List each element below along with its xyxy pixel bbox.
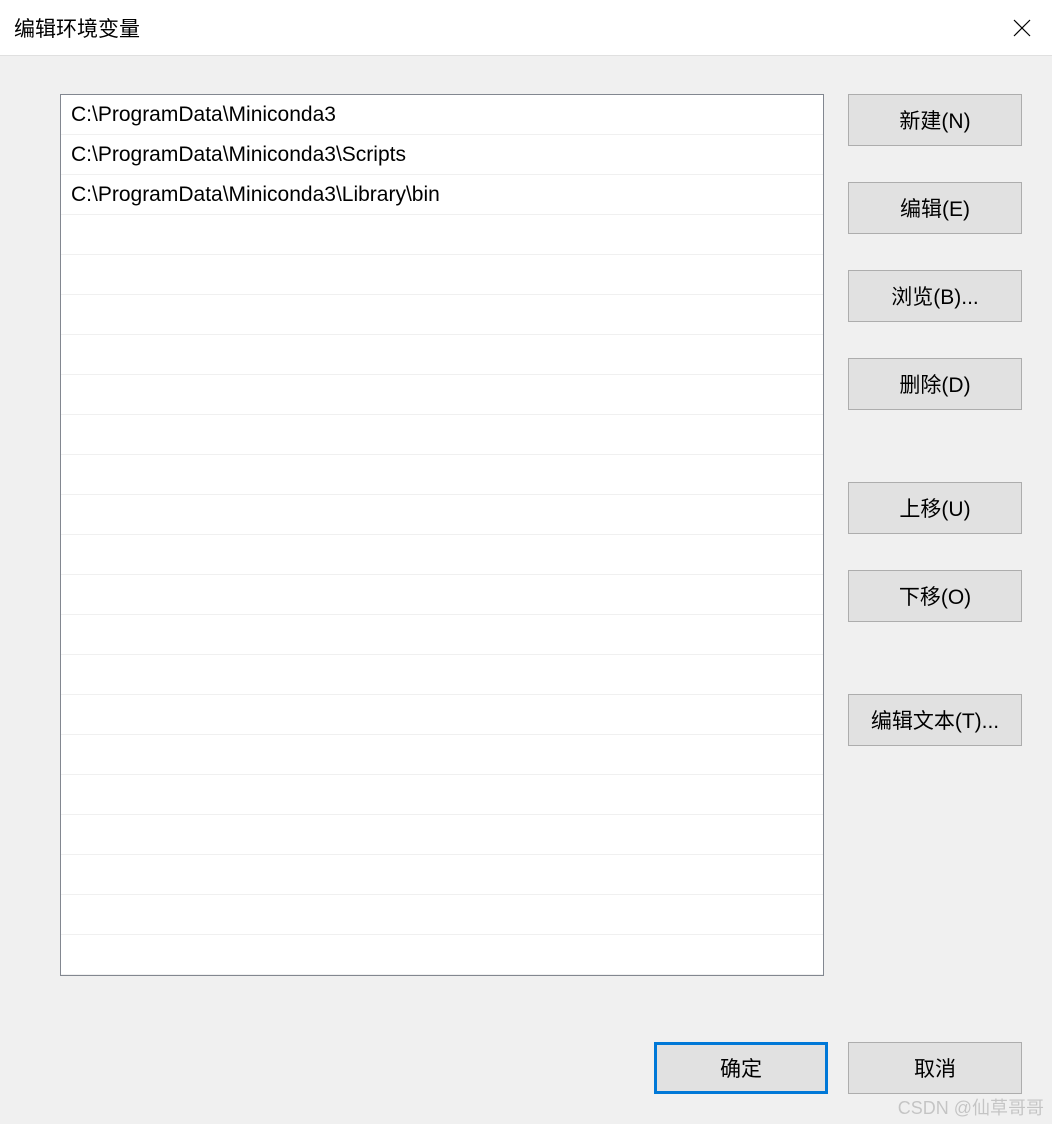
new-button[interactable]: 新建(N): [848, 94, 1022, 146]
list-item[interactable]: [61, 735, 823, 775]
list-item[interactable]: [61, 415, 823, 455]
cancel-button[interactable]: 取消: [848, 1042, 1022, 1094]
close-icon: [1013, 19, 1031, 37]
edit-text-button[interactable]: 编辑文本(T)...: [848, 694, 1022, 746]
list-item[interactable]: [61, 895, 823, 935]
list-item[interactable]: [61, 575, 823, 615]
list-item[interactable]: [61, 295, 823, 335]
list-item[interactable]: [61, 855, 823, 895]
list-item[interactable]: [61, 815, 823, 855]
ok-button[interactable]: 确定: [654, 1042, 828, 1094]
list-item[interactable]: [61, 935, 823, 975]
list-item[interactable]: C:\ProgramData\Miniconda3\Library\bin: [61, 175, 823, 215]
main-row: C:\ProgramData\Miniconda3 C:\ProgramData…: [60, 94, 1022, 976]
list-item[interactable]: [61, 375, 823, 415]
delete-button[interactable]: 删除(D): [848, 358, 1022, 410]
list-item[interactable]: [61, 495, 823, 535]
list-item[interactable]: [61, 215, 823, 255]
footer-buttons: 确定 取消: [654, 1042, 1022, 1094]
list-item[interactable]: C:\ProgramData\Miniconda3: [61, 95, 823, 135]
list-item[interactable]: [61, 615, 823, 655]
browse-button[interactable]: 浏览(B)...: [848, 270, 1022, 322]
titlebar: 编辑环境变量: [0, 0, 1052, 56]
list-item[interactable]: C:\ProgramData\Miniconda3\Scripts: [61, 135, 823, 175]
list-item[interactable]: [61, 455, 823, 495]
path-listbox[interactable]: C:\ProgramData\Miniconda3 C:\ProgramData…: [60, 94, 824, 976]
list-item[interactable]: [61, 535, 823, 575]
list-item[interactable]: [61, 255, 823, 295]
move-up-button[interactable]: 上移(U): [848, 482, 1022, 534]
edit-button[interactable]: 编辑(E): [848, 182, 1022, 234]
close-button[interactable]: [992, 0, 1052, 56]
list-item[interactable]: [61, 335, 823, 375]
client-area: C:\ProgramData\Miniconda3 C:\ProgramData…: [0, 56, 1052, 1124]
move-down-button[interactable]: 下移(O): [848, 570, 1022, 622]
button-column: 新建(N) 编辑(E) 浏览(B)... 删除(D) 上移(U) 下移(O) 编…: [848, 94, 1022, 976]
list-item[interactable]: [61, 775, 823, 815]
window-title: 编辑环境变量: [14, 13, 140, 43]
list-item[interactable]: [61, 655, 823, 695]
list-item[interactable]: [61, 695, 823, 735]
